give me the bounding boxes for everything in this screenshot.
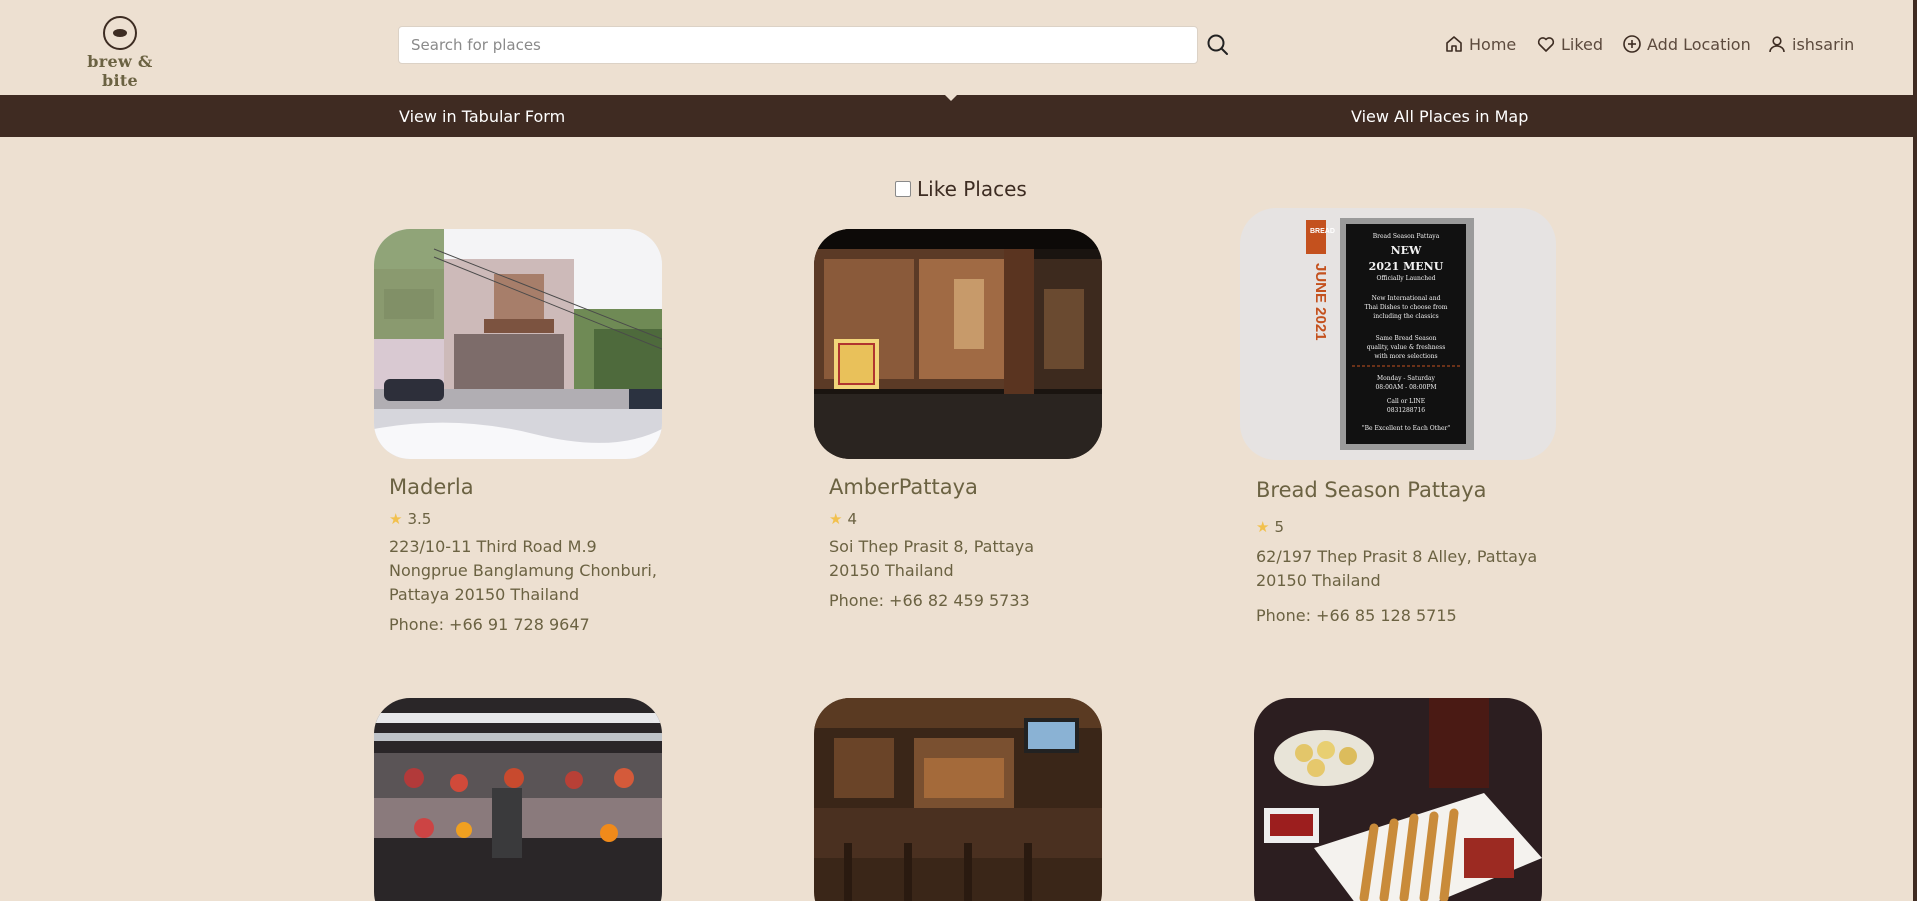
menu-side-text: JUNE 2021 bbox=[1312, 263, 1329, 341]
menu-motto: "Be Excellent to Each Other" bbox=[1362, 425, 1451, 432]
menu-title: Bread Season Pattaya bbox=[1373, 233, 1440, 240]
place-image-amberpattaya[interactable] bbox=[814, 229, 1102, 459]
nav-user[interactable]: ishsarin bbox=[1767, 32, 1854, 56]
place-image-pub-bar[interactable] bbox=[814, 698, 1102, 901]
search-button[interactable] bbox=[1205, 32, 1231, 58]
search-bar bbox=[398, 26, 1198, 64]
place-address: 223/10-11 Third Road M.9 Nongprue Bangla… bbox=[389, 537, 657, 604]
menu-line3: including the classics bbox=[1373, 313, 1438, 320]
menu-hours1: Monday - Saturday bbox=[1377, 375, 1436, 382]
like-places-label: Like Places bbox=[917, 177, 1027, 201]
menu-new: NEW bbox=[1391, 244, 1422, 257]
nav-home-label: Home bbox=[1469, 34, 1517, 54]
search-input[interactable] bbox=[398, 26, 1198, 64]
heart-icon bbox=[1537, 37, 1555, 52]
menu-number: 0831288716 bbox=[1387, 407, 1425, 414]
search-icon bbox=[1207, 34, 1228, 55]
nav-user-label: ishsarin bbox=[1792, 34, 1855, 54]
like-places-filter: Like Places bbox=[895, 177, 1027, 201]
menu-line6: with more selections bbox=[1374, 353, 1437, 360]
place-rating: ★ 4 bbox=[829, 510, 857, 528]
place-name[interactable]: Bread Season Pattaya bbox=[1256, 478, 1487, 502]
nav-home[interactable]: Home bbox=[1444, 32, 1516, 56]
top-header: brew & bite Home Liked Add Location bbox=[0, 0, 1917, 95]
menu-brand: BREAD bbox=[1310, 228, 1335, 235]
rating-value: 4 bbox=[847, 510, 857, 528]
plus-circle-icon bbox=[1623, 35, 1641, 53]
place-phone: Phone: +66 82 459 5733 bbox=[829, 591, 1030, 610]
menu-line2: Thai Dishes to choose from bbox=[1365, 304, 1448, 311]
place-phone: Phone: +66 85 128 5715 bbox=[1256, 606, 1457, 625]
place-name[interactable]: Maderla bbox=[389, 475, 474, 499]
brand-logo[interactable]: brew & bite bbox=[70, 16, 170, 90]
like-places-checkbox[interactable] bbox=[895, 181, 911, 197]
menu-year: 2021 MENU bbox=[1369, 260, 1444, 273]
brand-name: brew & bite bbox=[87, 52, 153, 90]
place-image-bread-season[interactable]: BREAD JUNE 2021 Bread Season Pattaya NEW… bbox=[1240, 208, 1556, 460]
place-phone: Phone: +66 91 728 9647 bbox=[389, 615, 590, 634]
place-address: Soi Thep Prasit 8, Pattaya 20150 Thailan… bbox=[829, 537, 1035, 580]
home-icon bbox=[1446, 36, 1462, 52]
menu-line4: Same Bread Season bbox=[1376, 335, 1437, 342]
coffee-bean-icon bbox=[103, 16, 137, 50]
user-icon bbox=[1769, 36, 1785, 53]
menu-launched: Officially Launched bbox=[1377, 275, 1436, 282]
place-name[interactable]: AmberPattaya bbox=[829, 475, 978, 499]
nav-liked[interactable]: Liked bbox=[1536, 32, 1603, 56]
place-address: 62/197 Thep Prasit 8 Alley, Pattaya 2015… bbox=[1256, 547, 1538, 590]
star-icon: ★ bbox=[829, 510, 843, 528]
rating-value: 5 bbox=[1274, 518, 1284, 536]
tab-tabular-form[interactable]: View in Tabular Form bbox=[399, 95, 565, 137]
star-icon: ★ bbox=[389, 510, 403, 528]
place-image-satay-dinner[interactable] bbox=[1254, 698, 1542, 901]
menu-line5: quality, value & freshness bbox=[1367, 344, 1446, 351]
place-image-maderla[interactable] bbox=[374, 229, 662, 459]
nav-add-location-label: Add Location bbox=[1647, 34, 1751, 54]
menu-line1: New International and bbox=[1372, 295, 1441, 302]
view-tabbar: View in Tabular Form View All Places in … bbox=[0, 95, 1917, 137]
menu-hours2: 08:00AM - 08:00PM bbox=[1375, 384, 1436, 391]
nav-liked-label: Liked bbox=[1561, 34, 1604, 54]
star-icon: ★ bbox=[1256, 518, 1270, 536]
place-rating: ★ 3.5 bbox=[389, 510, 431, 528]
nav-add-location[interactable]: Add Location bbox=[1622, 32, 1751, 56]
tab-map-view[interactable]: View All Places in Map bbox=[1351, 95, 1528, 137]
tab-divider bbox=[945, 95, 957, 101]
place-image-food-display[interactable] bbox=[374, 698, 662, 901]
rating-value: 3.5 bbox=[407, 510, 432, 528]
menu-call: Call or LINE bbox=[1387, 398, 1425, 405]
page-scrollbar[interactable] bbox=[1913, 0, 1917, 901]
place-rating: ★ 5 bbox=[1256, 518, 1284, 536]
